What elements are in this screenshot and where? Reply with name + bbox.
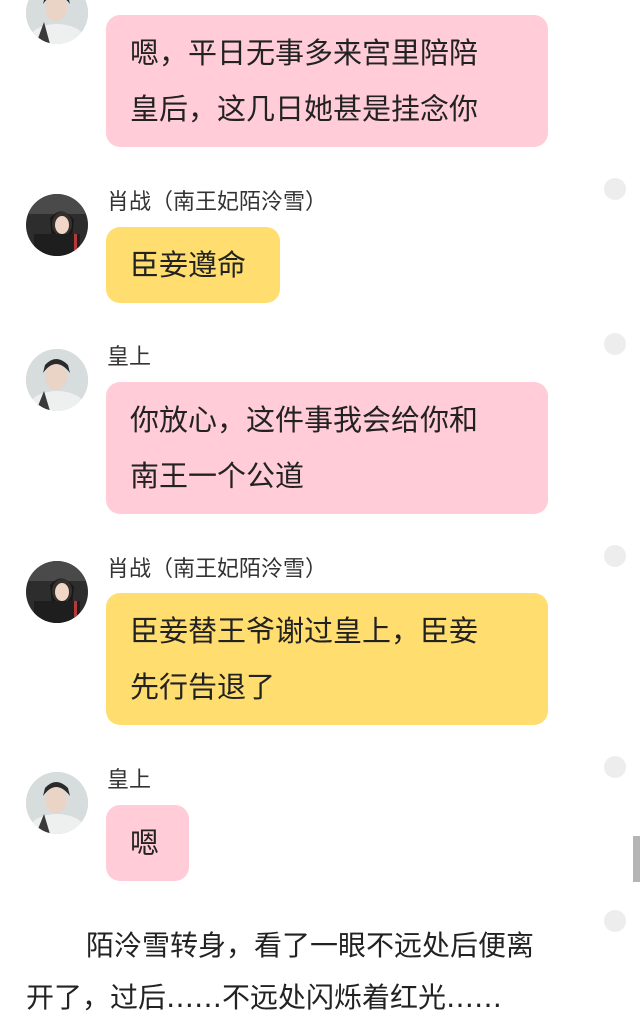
narration-text: 陌泠雪转身，看了一眼不远处后便离 开了，过后……不远处闪烁着红光…… [26, 920, 616, 1024]
consort-portrait-icon [26, 561, 88, 623]
message-dot-indicator [604, 545, 626, 567]
narration-line: 开了，过后……不远处闪烁着红光…… [26, 981, 503, 1014]
sender-name: 皇上 [107, 345, 152, 370]
message-dot-indicator [604, 756, 626, 778]
emperor-avatar[interactable] [26, 0, 88, 44]
emperor-avatar[interactable] [26, 772, 88, 834]
scrollbar-thumb[interactable] [633, 836, 640, 882]
message-bubble[interactable]: 嗯，平日无事多来宫里陪陪 皇后，这几日她甚是挂念你 [106, 15, 548, 147]
message-dot-indicator [604, 178, 626, 200]
message-text-line: 先行告退了 [130, 670, 276, 704]
message-text-line: 你放心，这件事我会给你和 [130, 403, 479, 437]
message-text-line: 嗯 [130, 826, 160, 860]
consort-avatar[interactable] [26, 561, 88, 623]
message-bubble[interactable]: 你放心，这件事我会给你和 南王一个公道 [106, 382, 548, 514]
consort-portrait-icon [26, 194, 88, 256]
emperor-portrait-icon [26, 0, 88, 44]
sender-name: 肖战（南王妃陌泠雪） [107, 190, 328, 215]
sender-name: 皇上 [107, 768, 152, 793]
message-bubble[interactable]: 臣妾遵命 [106, 227, 280, 303]
message-text-line: 皇后，这几日她甚是挂念你 [130, 92, 479, 126]
message-dot-indicator [604, 333, 626, 355]
message-text-line: 臣妾遵命 [130, 248, 247, 282]
message-bubble[interactable]: 嗯 [106, 805, 189, 881]
message-text-line: 嗯，平日无事多来宫里陪陪 [130, 36, 479, 70]
emperor-portrait-icon [26, 772, 88, 834]
emperor-portrait-icon [26, 349, 88, 411]
message-bubble[interactable]: 臣妾替王爷谢过皇上，臣妾 先行告退了 [106, 593, 548, 725]
narration-line: 陌泠雪转身，看了一眼不远处后便离 [86, 929, 535, 962]
message-text-line: 南王一个公道 [130, 459, 305, 493]
consort-avatar[interactable] [26, 194, 88, 256]
emperor-avatar[interactable] [26, 349, 88, 411]
message-text-line: 臣妾替王爷谢过皇上，臣妾 [130, 614, 479, 648]
sender-name: 肖战（南王妃陌泠雪） [107, 557, 328, 582]
